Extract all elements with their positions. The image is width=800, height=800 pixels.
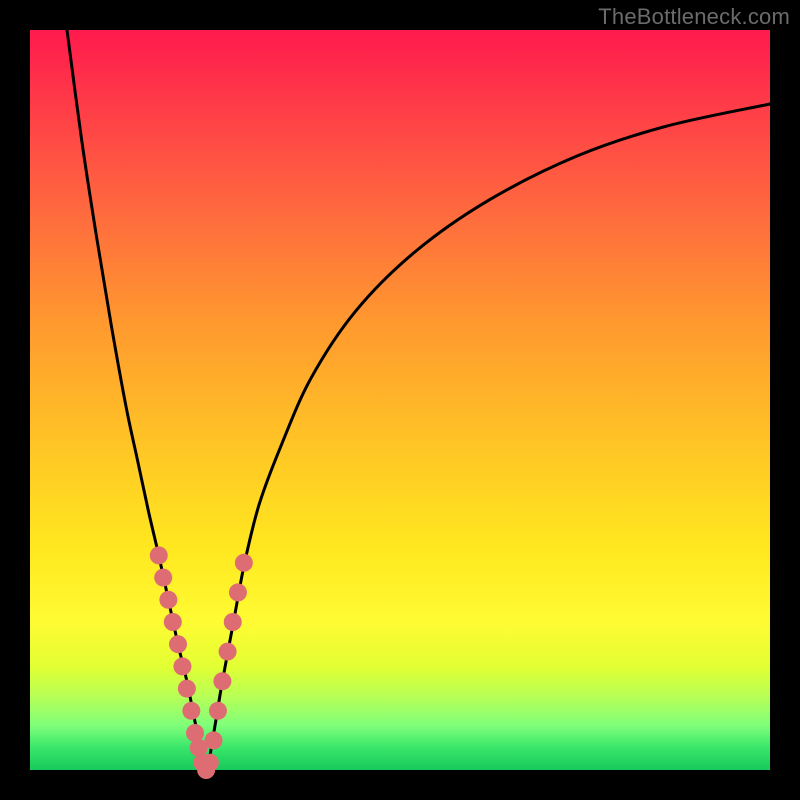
marker-dot: [213, 672, 231, 690]
marker-dot: [178, 680, 196, 698]
watermark-text: TheBottleneck.com: [598, 4, 790, 30]
marker-dot: [173, 657, 191, 675]
marker-dot: [150, 546, 168, 564]
marker-dot: [229, 583, 247, 601]
marker-dot: [235, 554, 253, 572]
marker-dot: [169, 635, 187, 653]
marker-dot: [201, 754, 219, 772]
marker-dot: [159, 591, 177, 609]
curve-group: [67, 30, 770, 779]
marker-dot: [224, 613, 242, 631]
marker-dot: [209, 702, 227, 720]
curve-right-branch: [208, 104, 770, 770]
marker-dot: [205, 731, 223, 749]
marker-dot: [219, 643, 237, 661]
bottleneck-curve-svg: [30, 30, 770, 770]
marker-dot: [164, 613, 182, 631]
chart-frame: TheBottleneck.com: [0, 0, 800, 800]
marker-group: [150, 546, 253, 779]
marker-dot: [182, 702, 200, 720]
marker-dot: [154, 569, 172, 587]
